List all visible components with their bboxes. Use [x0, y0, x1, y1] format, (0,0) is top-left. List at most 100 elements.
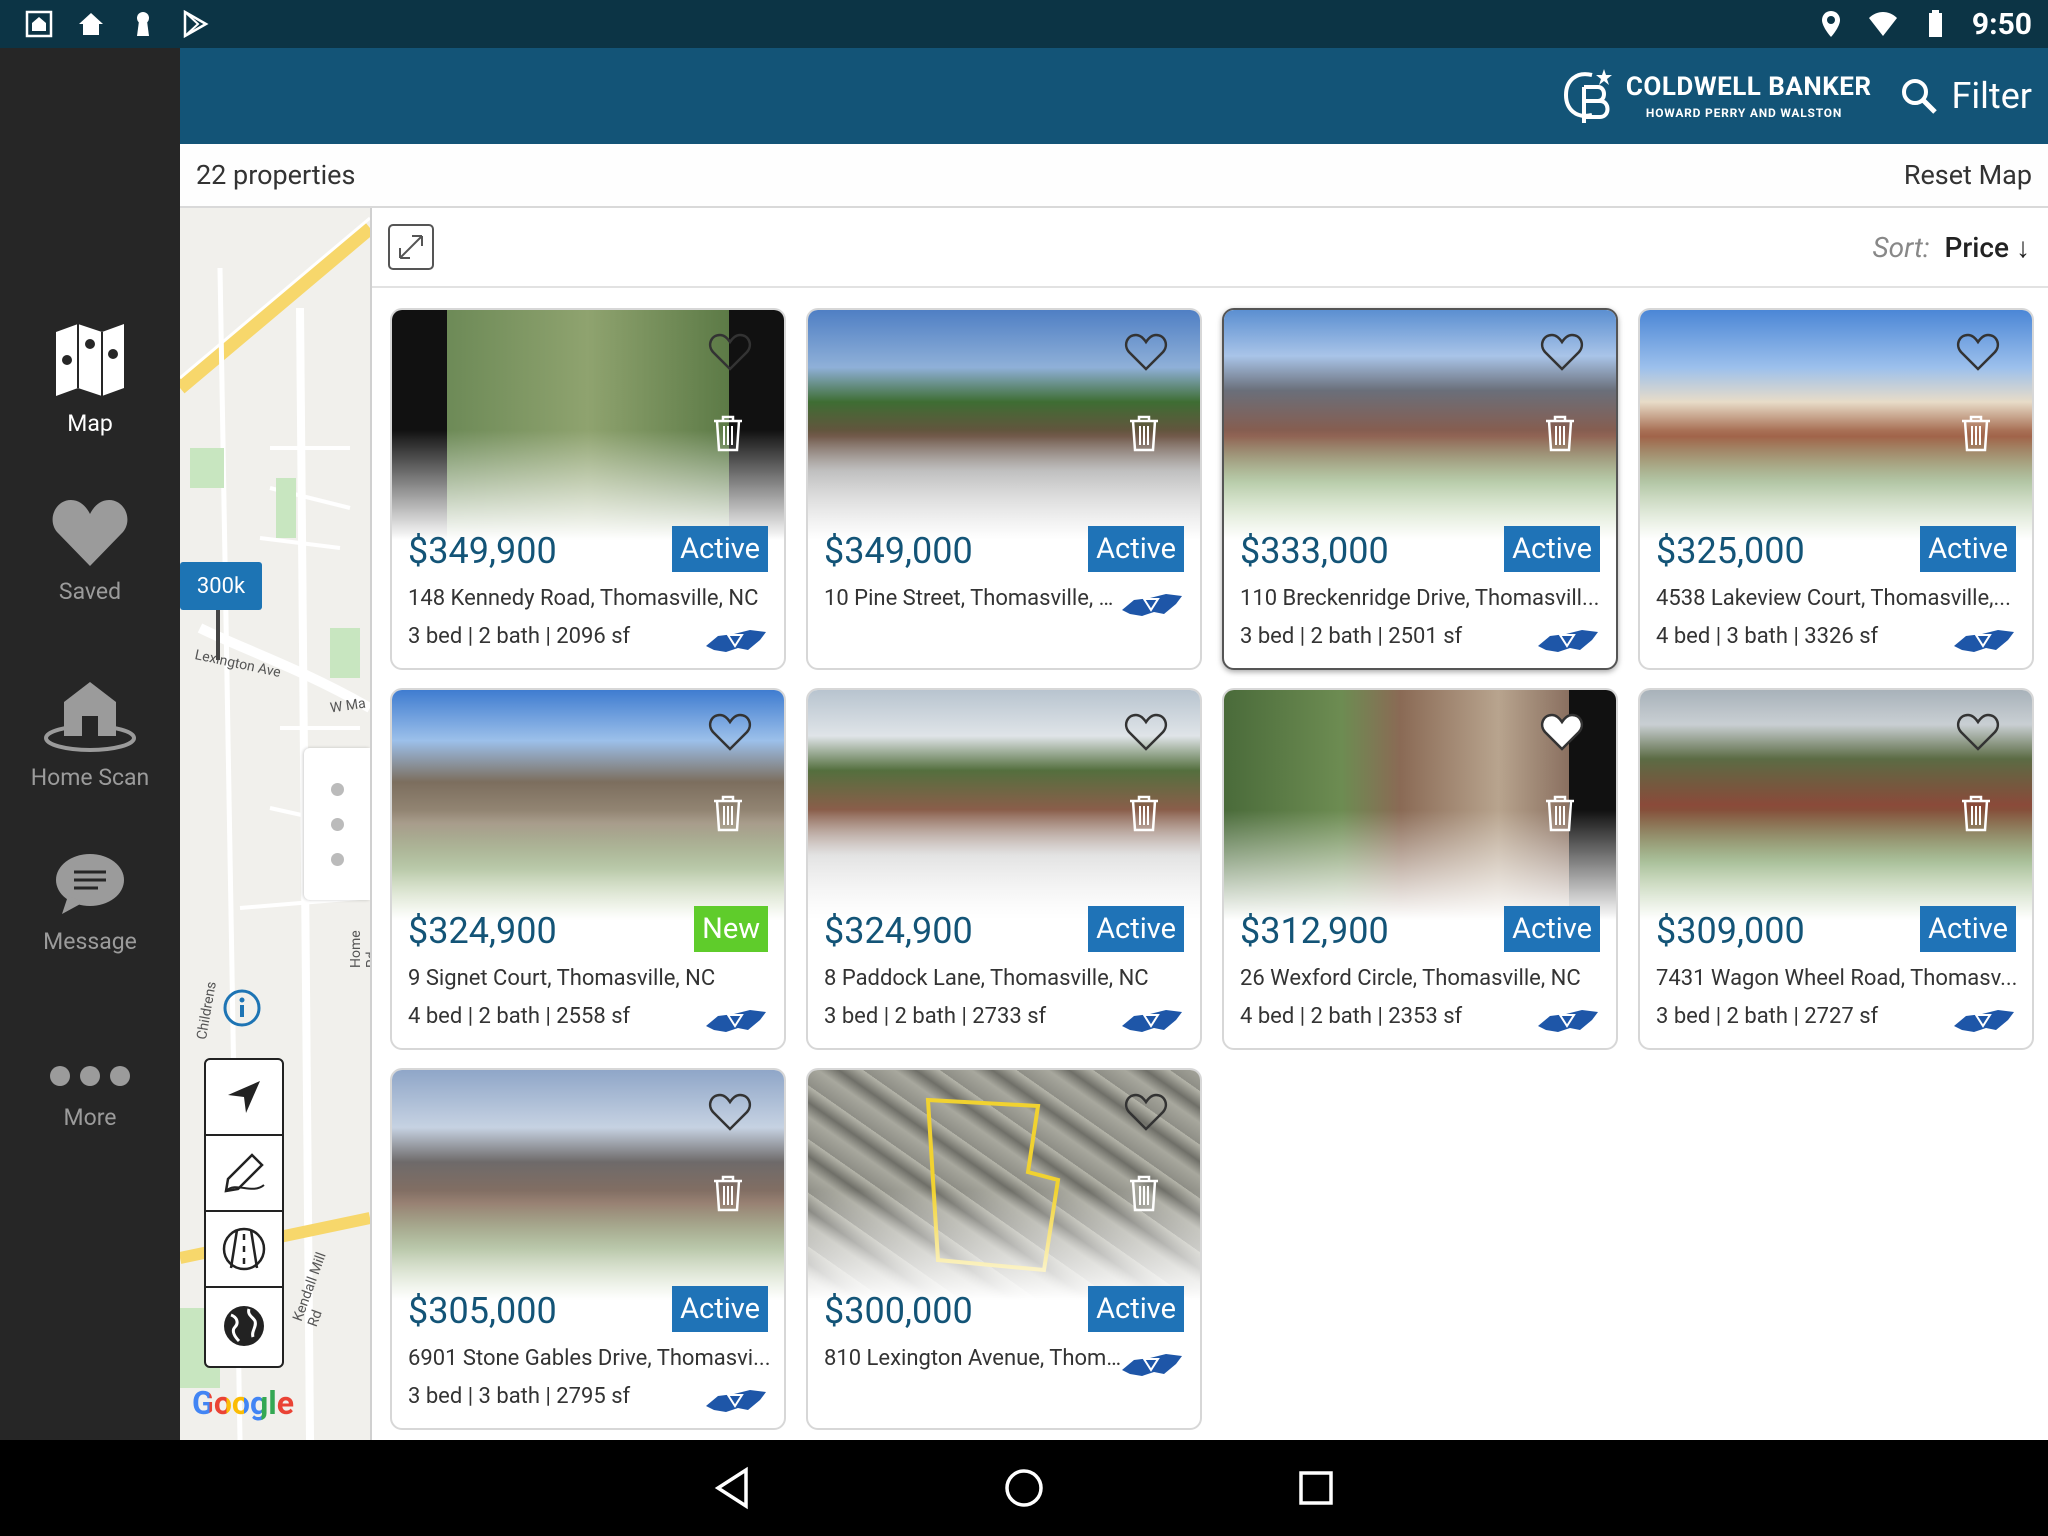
pencil-icon: [224, 1153, 265, 1193]
status-badge: Active: [1088, 1286, 1184, 1332]
home-scan-icon: [44, 682, 136, 752]
nav-label-message: Message: [43, 928, 137, 955]
status-badge: Active: [1088, 906, 1184, 952]
property-card[interactable]: $349,900 Active 148 Kennedy Road, Thomas…: [390, 308, 786, 670]
property-card[interactable]: $325,000 Active 4538 Lakeview Court, Tho…: [1638, 308, 2034, 670]
property-address: 8 Paddock Lane, Thomasville, NC: [824, 966, 1149, 991]
price-marker[interactable]: 300k: [180, 562, 262, 660]
trash-icon[interactable]: [1544, 794, 1576, 832]
property-address: 26 Wexford Circle, Thomasville, NC: [1240, 966, 1581, 991]
north-carolina-logo-icon: [1122, 1010, 1182, 1032]
play-store-notification-icon: [183, 9, 209, 39]
battery-icon: [1928, 10, 1942, 37]
property-address: 6901 Stone Gables Drive, Thomasvi...: [408, 1346, 771, 1371]
back-icon[interactable]: [712, 1466, 752, 1510]
property-card[interactable]: $309,000 Active 7431 Wagon Wheel Road, T…: [1638, 688, 2034, 1050]
system-navigation-bar: [0, 1440, 2048, 1536]
favorite-heart-icon[interactable]: [708, 332, 752, 372]
trash-icon[interactable]: [1960, 794, 1992, 832]
road-icon: [222, 1227, 266, 1271]
property-details: 3 bed | 2 bath | 2096 sf: [408, 624, 631, 649]
property-card[interactable]: $305,000 Active 6901 Stone Gables Drive,…: [390, 1068, 786, 1430]
trash-icon[interactable]: [712, 794, 744, 832]
nav-label-saved: Saved: [58, 578, 122, 605]
nav-item-message[interactable]: Message: [0, 852, 180, 955]
filter-button[interactable]: Filter: [1900, 75, 2032, 117]
sort-label: Sort:: [1872, 230, 1930, 264]
property-address: 9 Signet Court, Thomasville, NC: [408, 966, 716, 991]
favorite-heart-icon[interactable]: [1124, 712, 1168, 752]
property-price: $349,900: [408, 530, 557, 572]
app-header: COLDWELL BANKER HOWARD PERRY AND WALSTON…: [180, 48, 2048, 144]
recents-icon[interactable]: [1296, 1468, 1336, 1508]
globe-icon: [224, 1306, 264, 1346]
north-carolina-logo-icon: [1122, 1354, 1182, 1376]
nav-item-home-scan[interactable]: Home Scan: [0, 672, 180, 791]
list-drawer-handle[interactable]: [304, 748, 370, 900]
locate-me-button[interactable]: [206, 1060, 282, 1136]
favorite-heart-icon[interactable]: [1124, 332, 1168, 372]
trash-icon[interactable]: [1544, 414, 1576, 452]
trash-icon[interactable]: [1128, 1174, 1160, 1212]
trash-icon[interactable]: [712, 414, 744, 452]
favorite-heart-icon[interactable]: [1956, 712, 2000, 752]
property-grid: $349,900 Active 148 Kennedy Road, Thomas…: [390, 308, 2040, 1438]
favorite-heart-icon[interactable]: [708, 1092, 752, 1132]
message-icon: [56, 854, 124, 914]
property-card[interactable]: $324,900 Active 8 Paddock Lane, Thomasvi…: [806, 688, 1202, 1050]
property-price: $324,900: [824, 910, 973, 952]
road-map-button[interactable]: [206, 1212, 282, 1288]
north-carolina-logo-icon: [1954, 630, 2014, 652]
property-card[interactable]: $349,000 Active 10 Pine Street, Thomasvi…: [806, 308, 1202, 670]
home-icon[interactable]: [1002, 1466, 1046, 1510]
favorite-heart-icon[interactable]: [708, 712, 752, 752]
reset-map-button[interactable]: Reset Map: [1904, 159, 2032, 191]
property-address: 810 Lexington Avenue, Thomas: [824, 1346, 1124, 1371]
map-tools: [204, 1058, 284, 1368]
property-details: 3 bed | 2 bath | 2733 sf: [824, 1004, 1047, 1029]
expand-list-button[interactable]: [388, 224, 434, 270]
status-badge: Active: [1504, 906, 1600, 952]
wifi-icon: [1868, 12, 1897, 36]
status-badge: Active: [1088, 526, 1184, 572]
nav-item-map[interactable]: Map: [0, 320, 180, 437]
home-app-notification-icon: [25, 10, 53, 38]
trash-icon[interactable]: [1960, 414, 1992, 452]
left-navigation: Map Saved Home Scan Message More: [0, 48, 180, 1440]
property-price: $305,000: [408, 1290, 557, 1332]
info-icon[interactable]: [222, 988, 262, 1028]
property-price: $349,000: [824, 530, 973, 572]
handle-dot: [330, 782, 344, 796]
property-address: 148 Kennedy Road, Thomasville, NC: [408, 586, 759, 611]
property-card[interactable]: $300,000 Active 810 Lexington Avenue, Th…: [806, 1068, 1202, 1430]
nav-item-saved[interactable]: Saved: [0, 498, 180, 605]
property-card[interactable]: $312,900 Active 26 Wexford Circle, Thoma…: [1222, 688, 1618, 1050]
coldwell-banker-logo-icon: [1563, 69, 1612, 123]
sort-control[interactable]: Sort: Price ↓: [1872, 231, 2030, 264]
favorite-heart-icon[interactable]: [1540, 332, 1584, 372]
favorite-heart-icon[interactable]: [1124, 1092, 1168, 1132]
trash-icon[interactable]: [1128, 414, 1160, 452]
property-list-panel: Sort: Price ↓ $349,900 Active 148 Kenned…: [370, 208, 2048, 1440]
trash-icon[interactable]: [1128, 794, 1160, 832]
property-card[interactable]: $324,900 New 9 Signet Court, Thomasville…: [390, 688, 786, 1050]
property-details: 3 bed | 3 bath | 2795 sf: [408, 1384, 631, 1409]
clock: 9:50: [1971, 6, 2032, 42]
keyhole-notification-icon: [137, 12, 149, 36]
property-card[interactable]: $333,000 Active 110 Breckenridge Drive, …: [1222, 308, 1618, 670]
navigation-arrow-icon: [228, 1081, 260, 1113]
draw-area-button[interactable]: [206, 1136, 282, 1212]
favorite-heart-icon[interactable]: [1956, 332, 2000, 372]
satellite-map-button[interactable]: [206, 1288, 282, 1364]
status-badge: New: [694, 906, 768, 952]
sort-value: Price ↓: [1944, 230, 2030, 264]
trash-icon[interactable]: [712, 1174, 744, 1212]
more-icon: [50, 1066, 130, 1086]
north-carolina-logo-icon: [1122, 594, 1182, 616]
status-badge: Active: [1504, 526, 1600, 572]
favorite-heart-icon[interactable]: [1540, 712, 1584, 752]
nav-item-more[interactable]: More: [0, 1058, 180, 1131]
status-badge: Active: [672, 1286, 768, 1332]
status-badge: Active: [1920, 526, 2016, 572]
property-price: $324,900: [408, 910, 557, 952]
